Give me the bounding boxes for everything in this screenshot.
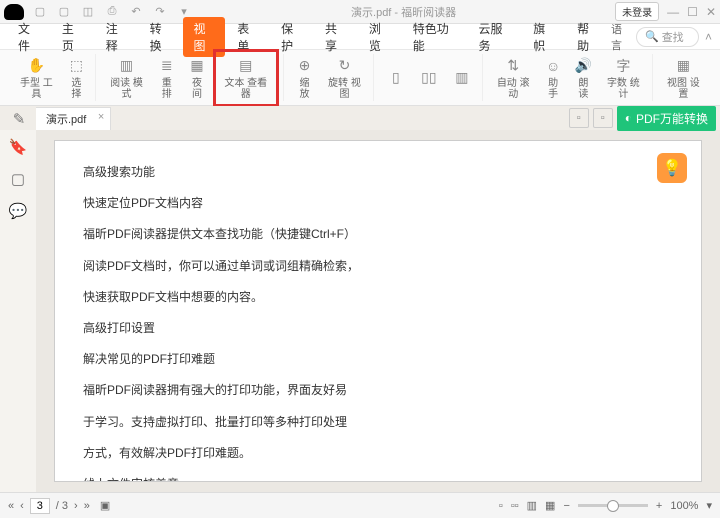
view-mode-4-icon[interactable]: ▦ <box>545 499 555 512</box>
login-badge[interactable]: 未登录 <box>615 2 659 21</box>
menu-cloud[interactable]: 云服务 <box>468 17 521 57</box>
page-icon: ▥ <box>117 56 137 76</box>
rotate-icon: ↻ <box>334 56 354 76</box>
first-page-button[interactable]: « <box>8 500 14 512</box>
pages-icon[interactable]: ▢ <box>9 170 27 188</box>
layout-button-3[interactable]: ▥ <box>446 66 478 90</box>
doc-line: 快速定位PDF文档内容 <box>83 194 673 213</box>
view-mode-1-icon[interactable]: ▫ <box>499 500 503 512</box>
menu-flag[interactable]: 旗帜 <box>523 17 565 57</box>
menu-share[interactable]: 共享 <box>315 17 357 57</box>
zoom-in-button[interactable]: + <box>656 500 662 512</box>
read-mode-button[interactable]: ▥阅读 模式 <box>102 54 151 102</box>
speaker-icon: 🔊 <box>573 56 593 76</box>
menu-features[interactable]: 特色功能 <box>403 17 467 57</box>
close-button[interactable]: ✕ <box>706 5 716 19</box>
night-icon: ▦ <box>187 56 207 76</box>
rotate-view-button[interactable]: ↻旋转 视图 <box>320 54 369 102</box>
highlighted-text-viewer: ▤文本 查看器 <box>213 49 279 107</box>
tip-bulb-icon[interactable]: 💡 <box>657 153 687 183</box>
menu-comment[interactable]: 注释 <box>96 17 138 57</box>
goto-icon[interactable]: ▣ <box>100 499 110 512</box>
continuous-icon: ▯▯ <box>419 68 439 88</box>
facing-icon: ▥ <box>452 68 472 88</box>
text-viewer-icon: ▤ <box>236 56 256 76</box>
layout-button-2[interactable]: ▯▯ <box>413 66 445 90</box>
hand-tool-button[interactable]: ✋手型 工具 <box>12 54 61 102</box>
night-mode-button[interactable]: ▦夜间 <box>182 54 211 102</box>
search-input[interactable]: 🔍 查找 <box>636 27 699 47</box>
doc-line: 福昕PDF阅读器拥有强大的打印功能，界面友好易 <box>83 381 673 400</box>
zoom-icon: ⊕ <box>294 56 314 76</box>
last-page-button[interactable]: » <box>84 500 90 512</box>
doc-line: 阅读PDF文档时，你可以通过单词或词组精确检索， <box>83 257 673 276</box>
assistant-button[interactable]: ☺助手 <box>539 54 568 102</box>
menu-file[interactable]: 文件 <box>8 17 50 57</box>
menu-browse[interactable]: 浏览 <box>359 17 401 57</box>
prev-page-button[interactable]: ‹ <box>20 500 24 512</box>
zoom-dropdown-icon[interactable]: ▾ <box>706 499 712 512</box>
document-page: 💡 高级搜索功能 快速定位PDF文档内容 福昕PDF阅读器提供文本查找功能（快捷… <box>54 140 702 482</box>
edit-icon[interactable]: ✎ <box>10 110 28 128</box>
auto-scroll-button[interactable]: ⇅自动 滚动 <box>489 54 538 102</box>
view-settings-button[interactable]: ▦视图 设置 <box>659 54 708 102</box>
comments-icon[interactable]: 💬 <box>9 202 27 220</box>
panel-toggle-1[interactable]: ▫ <box>569 108 589 128</box>
cursor-icon: ⬚ <box>66 56 86 76</box>
doc-line: 解决常见的PDF打印难题 <box>83 350 673 369</box>
zoom-button[interactable]: ⊕缩放 <box>290 54 319 102</box>
settings-icon: ▦ <box>673 56 693 76</box>
doc-line: 高级搜索功能 <box>83 163 673 182</box>
zoom-value: 100% <box>670 500 698 512</box>
reflow-button[interactable]: ≣重排 <box>152 54 181 102</box>
doc-line: 快速获取PDF文档中想要的内容。 <box>83 288 673 307</box>
language-label[interactable]: 语言 <box>611 21 630 53</box>
maximize-button[interactable]: ☐ <box>687 5 698 19</box>
page-number-input[interactable] <box>30 498 50 514</box>
select-button[interactable]: ⬚选择 <box>62 54 91 102</box>
convert-icon: ◐ <box>625 111 632 125</box>
word-count-button[interactable]: 字字数 统计 <box>599 54 648 102</box>
text-viewer-button[interactable]: ▤文本 查看器 <box>218 54 274 102</box>
tab-label: 演示.pdf <box>46 114 86 126</box>
reflow-icon: ≣ <box>157 56 177 76</box>
assistant-icon: ☺ <box>543 56 563 76</box>
menu-help[interactable]: 帮助 <box>567 17 609 57</box>
collapse-ribbon-icon[interactable]: ˄ <box>705 30 712 44</box>
tab-close-button[interactable]: × <box>98 111 104 123</box>
read-aloud-button[interactable]: 🔊朗读 <box>569 54 598 102</box>
page-total: / 3 <box>56 500 68 512</box>
scroll-icon: ⇅ <box>503 56 523 76</box>
doc-line: 高级打印设置 <box>83 319 673 338</box>
single-page-icon: ▯ <box>386 68 406 88</box>
doc-line: 福昕PDF阅读器提供文本查找功能（快捷键Ctrl+F） <box>83 225 673 244</box>
menu-home[interactable]: 主页 <box>52 17 94 57</box>
zoom-out-button[interactable]: − <box>563 500 569 512</box>
search-icon: 🔍 <box>645 30 659 43</box>
doc-line: 方式，有效解决PDF打印难题。 <box>83 444 673 463</box>
pdf-convert-button[interactable]: ◐ PDF万能转换 <box>617 106 716 131</box>
layout-button-1[interactable]: ▯ <box>380 66 412 90</box>
view-mode-2-icon[interactable]: ▫▫ <box>511 500 519 512</box>
count-icon: 字 <box>613 56 633 76</box>
zoom-slider[interactable] <box>578 504 648 507</box>
doc-line: 于学习。支持虚拟打印、批量打印等多种打印处理 <box>83 413 673 432</box>
next-page-button[interactable]: › <box>74 500 78 512</box>
view-mode-3-icon[interactable]: ▥ <box>527 499 537 512</box>
menu-convert[interactable]: 转换 <box>140 17 182 57</box>
doc-line: 线上文件审核盖章 <box>83 475 673 482</box>
document-tab[interactable]: 演示.pdf × <box>36 107 111 130</box>
panel-toggle-2[interactable]: ▫ <box>593 108 613 128</box>
minimize-button[interactable]: — <box>667 5 679 19</box>
hand-icon: ✋ <box>26 56 46 76</box>
bookmark-icon[interactable]: 🔖 <box>9 138 27 156</box>
